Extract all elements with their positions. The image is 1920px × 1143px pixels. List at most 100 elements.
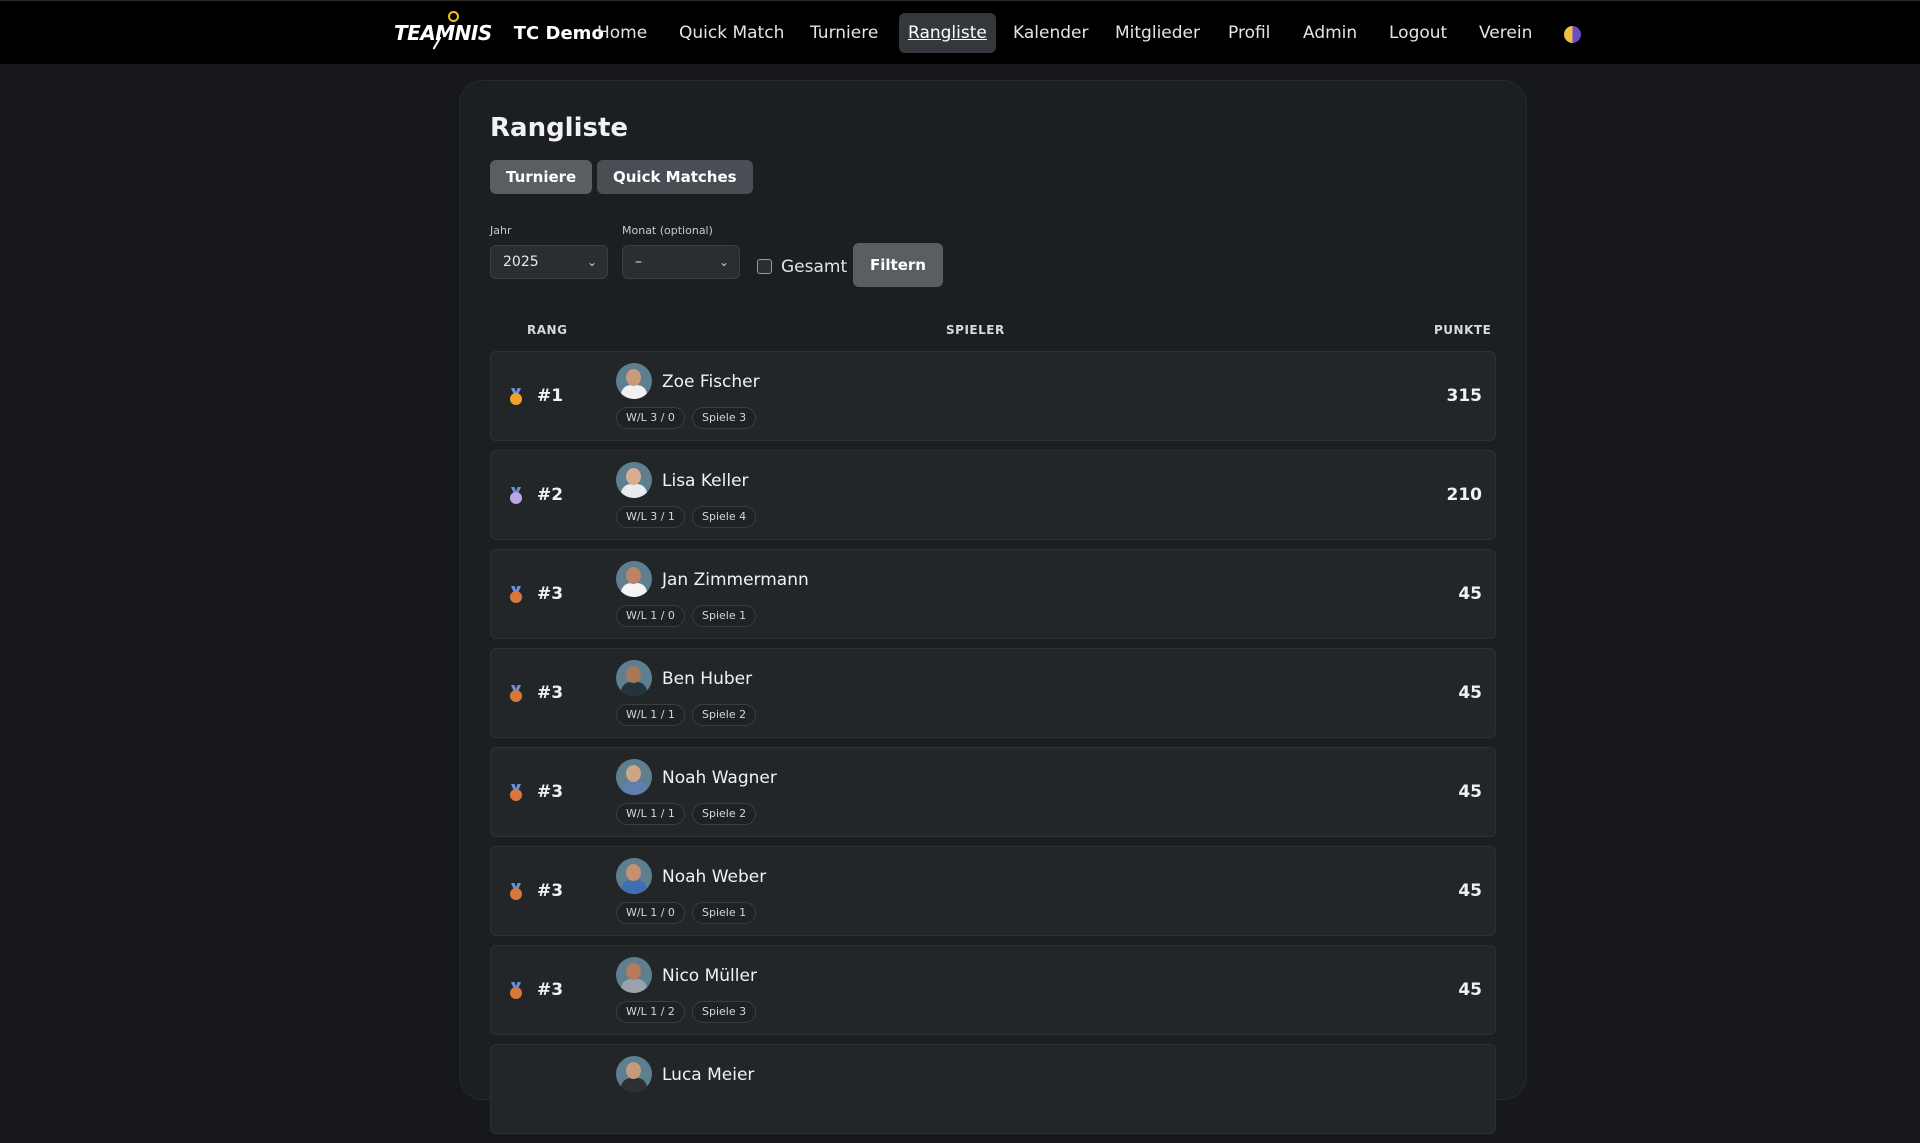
ranking-row[interactable]: Luca Meier bbox=[490, 1044, 1496, 1134]
avatar-head bbox=[626, 468, 641, 485]
theme-toggle-icon[interactable] bbox=[1564, 26, 1581, 43]
avatar-head bbox=[626, 864, 641, 881]
medal-icon bbox=[509, 487, 523, 505]
rank-value: #3 bbox=[537, 584, 564, 604]
tennis-ball-icon bbox=[448, 11, 459, 22]
medal-disc bbox=[510, 888, 522, 900]
avatar[interactable] bbox=[616, 1056, 652, 1092]
win-loss-badge: W/L 1 / 0 bbox=[616, 605, 685, 627]
tab-quick-matches[interactable]: Quick Matches bbox=[597, 160, 753, 194]
medal-icon bbox=[509, 388, 523, 406]
month-select[interactable]: – ⌄ bbox=[622, 245, 740, 279]
player-name[interactable]: Nico Müller bbox=[662, 966, 757, 986]
ranking-row[interactable]: #3 Noah Weber W/L 1 / 0 Spiele 1 45 bbox=[490, 846, 1496, 936]
ranking-row[interactable]: #3 Noah Wagner W/L 1 / 1 Spiele 2 45 bbox=[490, 747, 1496, 837]
filter-button[interactable]: Filtern bbox=[853, 243, 943, 287]
avatar-head bbox=[626, 666, 641, 683]
column-header-points: PUNKTE bbox=[1434, 323, 1492, 337]
games-badge: Spiele 4 bbox=[692, 506, 757, 528]
points-value: 45 bbox=[1458, 584, 1482, 604]
logo-text: TEAMNIS bbox=[394, 21, 492, 45]
medal-disc bbox=[510, 492, 522, 504]
player-name[interactable]: Noah Weber bbox=[662, 867, 766, 887]
month-label: Monat (optional) bbox=[622, 224, 713, 237]
points-value: 45 bbox=[1458, 980, 1482, 1000]
player-name[interactable]: Noah Wagner bbox=[662, 768, 777, 788]
nav-quick-match[interactable]: Quick Match bbox=[679, 13, 784, 53]
year-label: Jahr bbox=[490, 224, 512, 237]
ranking-list: #1 Zoe Fischer W/L 3 / 0 Spiele 3 315 #2 Lisa … bbox=[490, 351, 1496, 1143]
medal-disc bbox=[510, 393, 522, 405]
points-value: 210 bbox=[1446, 485, 1483, 505]
nav-home[interactable]: Home bbox=[597, 13, 647, 53]
points-value: 45 bbox=[1458, 782, 1482, 802]
nav-rangliste[interactable]: Rangliste bbox=[899, 13, 996, 53]
games-badge: Spiele 2 bbox=[692, 704, 757, 726]
points-value: 45 bbox=[1458, 683, 1482, 703]
ranking-row[interactable]: #1 Zoe Fischer W/L 3 / 0 Spiele 3 315 bbox=[490, 351, 1496, 441]
avatar-head bbox=[626, 1062, 641, 1079]
avatar[interactable] bbox=[616, 858, 652, 894]
games-badge: Spiele 3 bbox=[692, 1001, 757, 1023]
avatar-head bbox=[626, 567, 641, 584]
column-header-player: SPIELER bbox=[946, 323, 1005, 337]
ranking-row[interactable]: #3 Nico Müller W/L 1 / 2 Spiele 3 45 bbox=[490, 945, 1496, 1035]
nav-mitglieder[interactable]: Mitglieder bbox=[1115, 13, 1200, 53]
rank-value: #1 bbox=[537, 386, 564, 406]
avatar[interactable] bbox=[616, 759, 652, 795]
player-name[interactable]: Lisa Keller bbox=[662, 471, 749, 491]
medal-icon bbox=[509, 982, 523, 1000]
club-name[interactable]: TC Demo bbox=[514, 23, 604, 44]
player-name[interactable]: Luca Meier bbox=[662, 1065, 754, 1085]
games-badge: Spiele 2 bbox=[692, 803, 757, 825]
avatar-head bbox=[626, 765, 641, 782]
medal-disc bbox=[510, 987, 522, 999]
medal-icon bbox=[509, 685, 523, 703]
nav-logout[interactable]: Logout bbox=[1389, 13, 1447, 53]
rank-value: #3 bbox=[537, 683, 564, 703]
teamnis-logo[interactable]: TEAMNIS bbox=[394, 11, 492, 50]
points-value: 45 bbox=[1458, 881, 1482, 901]
nav-verein[interactable]: Verein bbox=[1479, 13, 1532, 53]
gesamt-label[interactable]: Gesamt bbox=[781, 257, 847, 277]
nav-admin[interactable]: Admin bbox=[1303, 13, 1357, 53]
medal-disc bbox=[510, 690, 522, 702]
tab-turniere[interactable]: Turniere bbox=[490, 160, 593, 194]
nav-kalender[interactable]: Kalender bbox=[1013, 13, 1088, 53]
win-loss-badge: W/L 1 / 1 bbox=[616, 803, 685, 825]
column-header-rank: RANG bbox=[527, 323, 568, 337]
games-badge: Spiele 3 bbox=[692, 407, 757, 429]
nav-profil[interactable]: Profil bbox=[1228, 13, 1270, 53]
avatar-body bbox=[621, 682, 647, 696]
ranking-row[interactable]: #3 Jan Zimmermann W/L 1 / 0 Spiele 1 45 bbox=[490, 549, 1496, 639]
avatar[interactable] bbox=[616, 957, 652, 993]
top-navbar: TEAMNIS TC Demo Home Quick Match Turnier… bbox=[0, 0, 1920, 64]
win-loss-badge: W/L 1 / 2 bbox=[616, 1001, 685, 1023]
win-loss-badge: W/L 3 / 0 bbox=[616, 407, 685, 429]
rank-value: #3 bbox=[537, 782, 564, 802]
month-value: – bbox=[635, 254, 642, 270]
chevron-down-icon: ⌄ bbox=[718, 255, 729, 269]
brand[interactable]: TEAMNIS TC Demo bbox=[394, 11, 604, 55]
page-title: Rangliste bbox=[490, 113, 629, 143]
avatar[interactable] bbox=[616, 363, 652, 399]
player-name[interactable]: Ben Huber bbox=[662, 669, 752, 689]
ranking-row[interactable]: #2 Lisa Keller W/L 3 / 1 Spiele 4 210 bbox=[490, 450, 1496, 540]
avatar[interactable] bbox=[616, 462, 652, 498]
medal-icon bbox=[509, 784, 523, 802]
avatar[interactable] bbox=[616, 561, 652, 597]
player-name[interactable]: Jan Zimmermann bbox=[662, 570, 809, 590]
year-select[interactable]: 2025 ⌄ bbox=[490, 245, 608, 279]
rank-value: #3 bbox=[537, 881, 564, 901]
avatar-body bbox=[621, 484, 647, 498]
win-loss-badge: W/L 3 / 1 bbox=[616, 506, 685, 528]
avatar-body bbox=[621, 1078, 647, 1092]
player-name[interactable]: Zoe Fischer bbox=[662, 372, 760, 392]
avatar[interactable] bbox=[616, 660, 652, 696]
avatar-body bbox=[621, 979, 647, 993]
rank-value: #2 bbox=[537, 485, 564, 505]
nav-turniere[interactable]: Turniere bbox=[810, 13, 878, 53]
gesamt-checkbox[interactable] bbox=[757, 259, 772, 274]
points-value: 315 bbox=[1446, 386, 1483, 406]
ranking-row[interactable]: #3 Ben Huber W/L 1 / 1 Spiele 2 45 bbox=[490, 648, 1496, 738]
